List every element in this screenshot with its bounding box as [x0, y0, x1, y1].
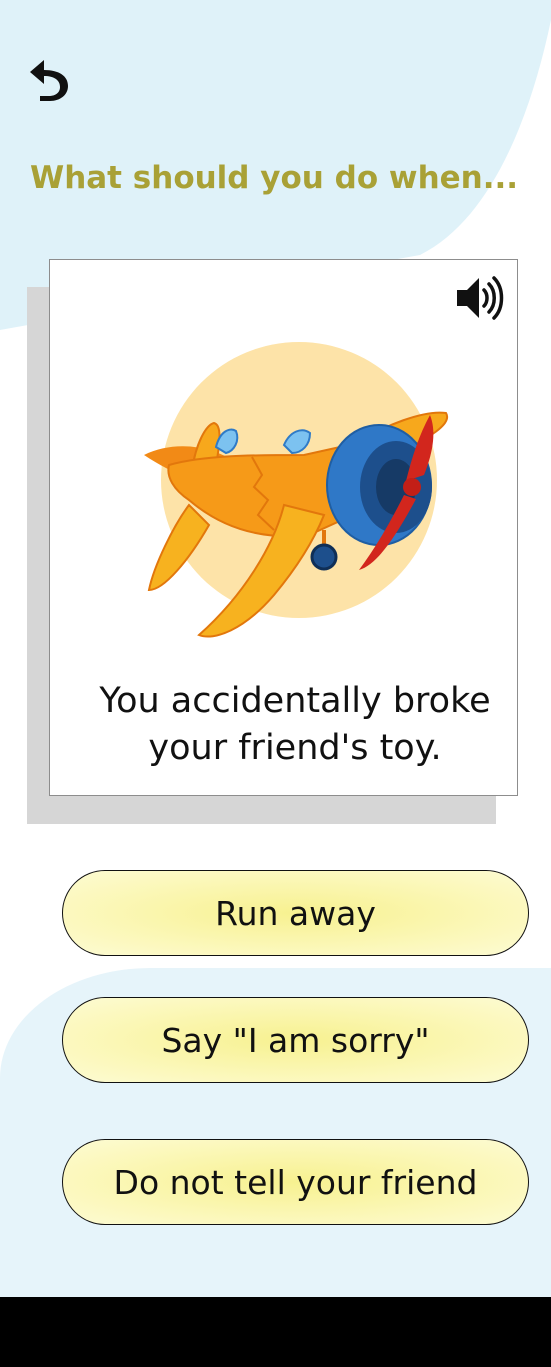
page-title: What should you do when... [30, 160, 519, 196]
play-audio-button[interactable] [453, 272, 505, 324]
system-nav-bar [0, 1297, 551, 1367]
option-label: Run away [215, 893, 376, 933]
option-button-2[interactable]: Say "I am sorry" [62, 997, 529, 1083]
speaker-icon [457, 276, 504, 320]
option-button-3[interactable]: Do not tell your friend [62, 1139, 529, 1225]
option-button-1[interactable]: Run away [62, 870, 529, 956]
option-label: Say "I am sorry" [161, 1020, 430, 1060]
broken-airplane-illustration [144, 342, 449, 638]
undo-arrow-icon [30, 60, 68, 101]
scenario-text: You accidentally broke your friend's toy… [99, 681, 491, 768]
back-button[interactable] [28, 56, 72, 102]
option-label: Do not tell your friend [113, 1162, 478, 1202]
scenario-card: You accidentally broke your friend's toy… [49, 259, 518, 796]
